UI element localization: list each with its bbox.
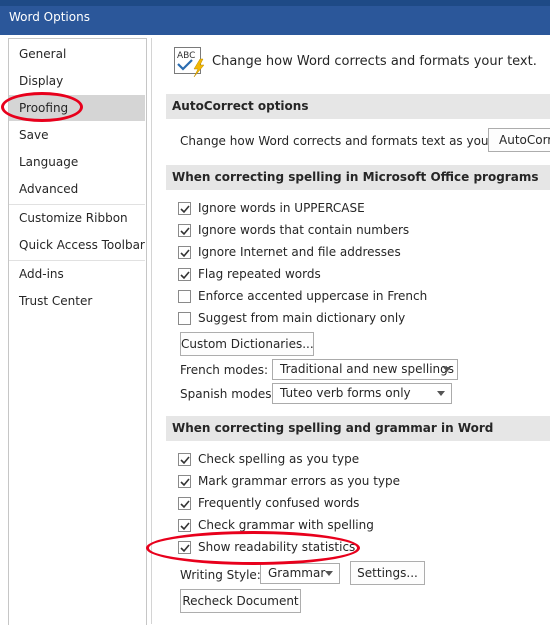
sidebar-item-quick-access-toolbar[interactable]: Quick Access Toolbar	[9, 232, 145, 258]
french-modes-label: French modes:	[180, 363, 269, 377]
writing-style-label: Writing Style:	[180, 568, 261, 582]
checkbox-label: Ignore words in UPPERCASE	[198, 201, 365, 215]
sidebar-item-customize-ribbon[interactable]: Customize Ribbon	[9, 205, 145, 231]
spanish-modes-select[interactable]: Tuteo verb forms only	[272, 383, 452, 404]
custom-dictionaries-button[interactable]: Custom Dictionaries...	[180, 332, 314, 356]
checkbox-check-icon	[180, 456, 190, 465]
spanish-modes-label: Spanish modes:	[180, 387, 276, 401]
checkbox-check-icon	[180, 500, 190, 509]
sidebar-item-save[interactable]: Save	[9, 122, 145, 148]
dropdown-caret-icon	[325, 571, 333, 576]
writing-style-select[interactable]: Grammar	[260, 563, 340, 584]
checkbox[interactable]	[178, 475, 191, 488]
sidebar-item-advanced[interactable]: Advanced	[9, 176, 145, 202]
section-header-word-spelling-grammar: When correcting spelling and grammar in …	[166, 416, 550, 441]
checkbox[interactable]	[178, 268, 191, 281]
checkbox-check-icon	[180, 249, 190, 258]
recheck-document-button[interactable]: Recheck Document	[180, 589, 301, 613]
checkbox-check-icon	[180, 522, 190, 531]
writing-style-value: Grammar	[268, 566, 326, 580]
checkbox[interactable]	[178, 202, 191, 215]
french-modes-select[interactable]: Traditional and new spellings	[272, 359, 458, 380]
page-description: Change how Word corrects and formats you…	[212, 54, 537, 69]
checkbox-label: Suggest from main dictionary only	[198, 311, 406, 325]
checkbox[interactable]	[178, 246, 191, 259]
checkbox[interactable]	[178, 453, 191, 466]
autocorrect-options-button[interactable]: AutoCorrect Options...	[488, 128, 550, 152]
french-modes-value: Traditional and new spellings	[280, 362, 455, 376]
checkbox[interactable]	[178, 290, 191, 303]
window-title: Word Options	[9, 10, 90, 24]
dropdown-caret-icon	[437, 391, 445, 396]
sidebar-item-proofing[interactable]: Proofing	[9, 95, 145, 121]
dropdown-caret-icon	[443, 367, 451, 372]
section-header-autocorrect: AutoCorrect options	[166, 94, 550, 119]
checkbox[interactable]	[178, 497, 191, 510]
checkbox-label: Check grammar with spelling	[198, 518, 374, 532]
checkbox-label: Ignore Internet and file addresses	[198, 245, 401, 259]
checkbox-check-icon	[180, 227, 190, 236]
checkbox-check-icon	[180, 544, 190, 553]
autocorrect-description: Change how Word corrects and formats tex…	[180, 134, 524, 148]
options-sidebar: General Display Proofing Save Language A…	[8, 38, 147, 625]
checkbox-label: Mark grammar errors as you type	[198, 474, 400, 488]
checkbox[interactable]	[178, 541, 191, 554]
checkbox-label: Show readability statistics	[198, 540, 356, 554]
sidebar-item-add-ins[interactable]: Add-ins	[9, 261, 145, 287]
window-top-strip	[0, 0, 550, 6]
checkbox-check-icon	[180, 205, 190, 214]
sidebar-item-language[interactable]: Language	[9, 149, 145, 175]
checkbox-label: Check spelling as you type	[198, 452, 360, 466]
section-header-office-spelling: When correcting spelling in Microsoft Of…	[166, 165, 550, 190]
checkbox-check-icon	[180, 271, 190, 280]
checkbox-check-icon	[180, 478, 190, 487]
title-bar: Word Options	[0, 0, 550, 35]
settings-button[interactable]: Settings...	[350, 561, 425, 585]
sidebar-item-general[interactable]: General	[9, 41, 145, 67]
sidebar-item-display[interactable]: Display	[9, 68, 145, 94]
svg-text:ABC: ABC	[177, 51, 195, 61]
checkbox[interactable]	[178, 519, 191, 532]
checkbox[interactable]	[178, 312, 191, 325]
checkbox-label: Ignore words that contain numbers	[198, 223, 410, 237]
checkbox-label: Flag repeated words	[198, 267, 321, 281]
proofing-panel: ABC Change how Word corrects and formats…	[151, 38, 550, 624]
spanish-modes-value: Tuteo verb forms only	[280, 386, 411, 400]
abc-check-icon: ABC	[174, 47, 205, 77]
sidebar-item-trust-center[interactable]: Trust Center	[9, 288, 145, 314]
checkbox-label: Frequently confused words	[198, 496, 360, 510]
checkbox[interactable]	[178, 224, 191, 237]
checkbox-label: Enforce accented uppercase in French	[198, 289, 428, 303]
